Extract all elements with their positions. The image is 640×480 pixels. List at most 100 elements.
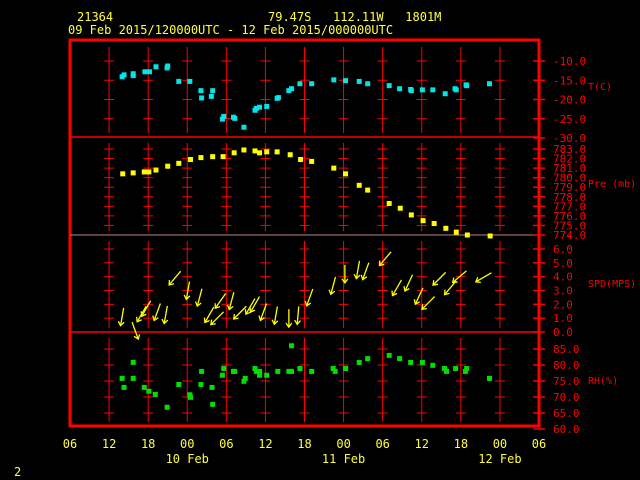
wind-arrow: [378, 251, 392, 266]
temperature-point: [121, 72, 127, 78]
temperature-point: [264, 103, 270, 109]
pressure-point: [287, 152, 293, 158]
rh-point: [444, 368, 450, 374]
rh-point: [232, 368, 238, 374]
temperature-point: [309, 81, 315, 87]
rh-point: [146, 388, 152, 394]
temperature-point: [130, 73, 136, 79]
rh-point: [176, 382, 182, 388]
pressure-point: [443, 225, 449, 231]
rh-point: [453, 366, 459, 372]
y-tick-label: -15.0: [553, 74, 586, 87]
temperature-point: [210, 88, 216, 94]
rh-point: [242, 375, 248, 381]
rh-point: [365, 356, 371, 362]
temperature-point: [232, 115, 238, 121]
x-tick-label: 06: [63, 437, 77, 451]
rh-point: [164, 404, 170, 410]
rh-point: [343, 366, 349, 372]
pressure-point: [331, 165, 337, 171]
y-axis-label: SPD(MPS): [588, 279, 636, 290]
wind-arrow: [432, 271, 447, 286]
rh-point: [199, 368, 205, 374]
x-tick-label: 18: [141, 437, 155, 451]
pressure-point: [153, 167, 159, 173]
x-tick-label: 12: [102, 437, 116, 451]
rh-point: [209, 384, 215, 390]
temperature-point: [365, 81, 371, 87]
pressure-point: [176, 160, 182, 166]
y-tick-label: 774.0: [553, 229, 586, 242]
wind-arrow: [214, 293, 227, 309]
pressure-point: [257, 150, 263, 156]
pressure-point: [386, 200, 392, 206]
pressure-point: [220, 154, 226, 160]
temperature-point: [408, 88, 414, 94]
temperature-point: [397, 86, 403, 92]
x-tick-label: 12: [258, 437, 272, 451]
temperature-point: [386, 83, 392, 89]
x-tick-label: 06: [219, 437, 233, 451]
pressure-point: [397, 205, 403, 211]
rh-point: [119, 375, 125, 381]
wind-arrow: [391, 279, 403, 296]
rh-point: [486, 375, 492, 381]
rh-point: [309, 368, 315, 374]
y-axis-label: RH(%): [588, 376, 618, 387]
x-day-label: 11 Feb: [322, 452, 365, 466]
pressure-point: [198, 155, 204, 161]
y-tick-label: 4.0: [553, 271, 573, 284]
pressure-point: [464, 232, 470, 238]
rh-point: [430, 362, 436, 368]
rh-point: [408, 359, 414, 365]
rh-point: [210, 401, 216, 407]
rh-point: [257, 372, 263, 378]
temperature-point: [343, 78, 349, 84]
pressure-point: [264, 149, 270, 155]
rh-point: [288, 343, 294, 349]
x-tick-label: 00: [336, 437, 350, 451]
x-day-label: 12 Feb: [478, 452, 521, 466]
rh-point: [121, 384, 127, 390]
temperature-point: [146, 69, 152, 75]
pressure-point: [408, 212, 414, 218]
wind-arrow: [204, 306, 215, 323]
x-tick-label: 06: [375, 437, 389, 451]
rh-point: [386, 352, 392, 358]
y-tick-label: 2.0: [553, 298, 573, 311]
rh-point: [419, 359, 425, 365]
pressure-point: [188, 157, 194, 163]
x-tick-label: 00: [180, 437, 194, 451]
y-tick-label: 60.0: [553, 423, 580, 436]
pressure-point: [231, 150, 237, 156]
temperature-point: [464, 83, 470, 89]
temperature-point: [297, 81, 303, 87]
wind-arrow: [421, 296, 436, 310]
y-tick-label: -20.0: [553, 94, 586, 107]
temperature-point: [208, 93, 214, 99]
pressure-point: [241, 147, 247, 153]
rh-point: [152, 391, 158, 397]
pressure-point: [141, 169, 147, 175]
rh-point: [198, 382, 204, 388]
rh-point: [464, 366, 470, 372]
rh-point: [188, 394, 194, 400]
x-tick-label: 06: [532, 437, 546, 451]
pressure-point: [356, 182, 362, 188]
rh-point: [356, 359, 362, 365]
pressure-point: [146, 169, 152, 175]
pressure-point: [274, 149, 280, 155]
pressure-point: [120, 171, 126, 177]
temperature-point: [275, 95, 281, 101]
x-tick-label: 18: [297, 437, 311, 451]
pressure-point: [252, 148, 258, 154]
pressure-point: [298, 157, 304, 163]
pressure-point: [165, 163, 171, 169]
temperature-point: [199, 95, 205, 101]
temperature-point: [241, 124, 247, 130]
temperature-point: [221, 113, 227, 119]
rh-point: [130, 375, 136, 381]
y-tick-label: 0.0: [553, 326, 573, 339]
y-axis-label: Pre (mb): [588, 179, 636, 190]
rh-point: [219, 372, 225, 378]
